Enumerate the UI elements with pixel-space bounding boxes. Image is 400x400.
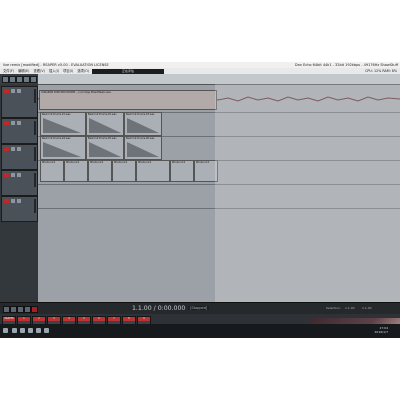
menu-item[interactable]: 项目(I) [63,69,73,73]
track-meter [34,173,36,187]
solo-icon[interactable] [17,199,21,203]
strip-name: 5 [78,317,90,321]
strip-name: 4 [63,317,75,321]
start-menu-icon[interactable] [3,328,8,333]
reaper-screen: live remix [modified] - REAPER v5.00 - E… [0,62,400,338]
menu-edit[interactable]: 编辑(E) [18,69,29,73]
solo-icon[interactable] [17,173,21,177]
item-label: Rhode kick [196,161,210,164]
track-header[interactable] [1,144,38,170]
record-icon[interactable] [31,306,38,313]
item-label: Rhode kick [66,161,80,164]
strip-name: 2 [33,317,45,321]
time-selection[interactable] [215,84,400,302]
track-control-panel [0,84,38,302]
strip-name: 3 [48,317,60,321]
task-view-icon[interactable] [20,328,25,333]
waveform [127,142,159,157]
audio-item[interactable]: Beat Cut Drums-04.wav [40,136,86,160]
search-icon[interactable] [12,328,17,333]
track-meter [34,147,36,161]
audio-item[interactable]: Beat Cut Drums-01.wav [40,112,86,136]
strip-name: 9 [138,317,150,321]
system-clock[interactable]: 17:04 2016/1/7 [374,326,388,334]
selection-start[interactable]: 1.1.00 [345,306,355,310]
audio-item[interactable]: Beat Cut Drums-05.wav [86,136,124,160]
record-arm-icon[interactable] [4,147,9,151]
waveform [89,118,121,133]
selection-label: Selection: [326,306,341,310]
arrange-view[interactable]: CORAZON 2000 PRO DRUMS ...(1) bridge Mix… [38,74,400,302]
menu-insert[interactable]: 插入(I) [49,69,59,73]
audio-item[interactable]: Beat Cut Drums-02.wav [86,112,124,136]
mute-icon[interactable] [11,199,15,203]
taskbar: 17:04 2016/1/7 [0,324,400,338]
track-header[interactable] [1,196,38,222]
item-label: CORAZON 2000 PRO DRUMS ...(1) bridge Mix… [41,91,112,94]
track-meter [34,199,36,213]
menu-file[interactable]: 文件(F) [3,69,14,73]
waveform [89,142,121,157]
mute-icon[interactable] [11,121,15,125]
strip-name: 6 [93,317,105,321]
item-label: Rhode kick [42,161,56,164]
audio-item[interactable]: Rhode kick [64,160,88,182]
waveform [43,118,81,133]
audio-item[interactable]: Beat Cut Drums-03.wav [124,112,162,136]
menu-view[interactable]: 查看(V) [33,69,44,73]
go-to-start-icon[interactable] [3,306,10,313]
record-arm-icon[interactable] [4,173,9,177]
selection-end[interactable]: 1.1.00 [362,306,372,310]
undo-icon[interactable] [23,76,30,83]
audio-item[interactable]: Rhode kick [112,160,136,182]
menu-options[interactable]: 选项(O) [77,69,89,73]
strip-name: 8 [123,317,135,321]
main-toolbar [0,74,38,84]
save-project-icon[interactable] [16,76,23,83]
record-arm-icon[interactable] [4,199,9,203]
item-label: Rhode kick [90,161,104,164]
item-label: Rhode kick [172,161,186,164]
strip-name: 7 [108,317,120,321]
audio-item-long[interactable]: CORAZON 2000 PRO DRUMS ...(1) bridge Mix… [39,90,217,110]
redo-icon[interactable] [30,76,37,83]
track-header[interactable] [1,86,38,118]
evaluation-box: 正在评估 [92,68,164,74]
browser-icon[interactable] [28,328,33,333]
solo-icon[interactable] [17,89,21,93]
folder-icon[interactable] [36,328,41,333]
pause-icon[interactable] [24,306,31,313]
solo-icon[interactable] [17,147,21,151]
stop-icon[interactable] [10,306,17,313]
waveform [127,118,159,133]
mute-icon[interactable] [11,147,15,151]
strip-name: MASTER [3,317,15,321]
solo-icon[interactable] [17,121,21,125]
clock-date: 2016/1/7 [374,329,388,334]
audio-item[interactable]: Rhode kick [136,160,170,182]
track-meter [34,89,36,103]
audio-item[interactable]: Beat Cut Drums-06.wav [124,136,162,160]
new-project-icon[interactable] [2,76,9,83]
reaper-app-icon[interactable] [44,328,49,333]
track-header[interactable] [1,170,38,196]
audio-item[interactable]: Rhode kick [40,160,64,182]
item-label: Rhode kick [114,161,128,164]
audio-item[interactable]: Rhode kick [88,160,112,182]
record-arm-icon[interactable] [4,121,9,125]
track-meter [34,121,36,135]
track-header[interactable] [1,118,38,144]
open-project-icon[interactable] [9,76,16,83]
timecode-display: 1.1.00 / 0:00.000 [132,304,186,312]
item-label: Rhode kick [138,161,152,164]
mute-icon[interactable] [11,89,15,93]
mute-icon[interactable] [11,173,15,177]
transport-state: [Stopped] [188,306,210,310]
strip-name: 1 [18,317,30,321]
play-icon[interactable] [17,306,24,313]
audio-item[interactable]: Rhode kick [170,160,194,182]
record-arm-icon[interactable] [4,89,9,93]
waveform [43,142,81,157]
